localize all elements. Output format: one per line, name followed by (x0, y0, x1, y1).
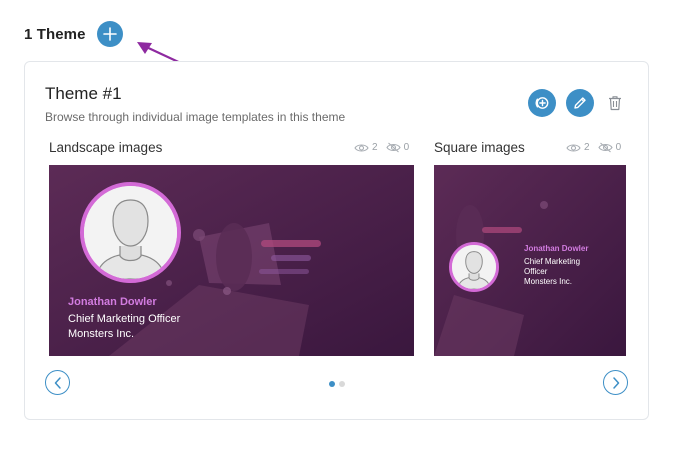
trash-icon (609, 96, 621, 111)
eye-icon (566, 143, 581, 152)
landscape-preview-role: Chief Marketing Officer (68, 313, 181, 325)
person-silhouette-icon (452, 245, 496, 289)
landscape-hidden-count: 0 (403, 142, 410, 153)
landscape-views-count: 2 (372, 142, 378, 153)
add-theme-button[interactable] (97, 21, 123, 47)
square-preview-name: Jonathan Dowler (524, 244, 589, 253)
square-hidden: 0 (597, 142, 622, 153)
themes-count-title: 1 Theme (24, 25, 86, 43)
eye-off-icon (385, 142, 401, 153)
carousel-pagination (329, 381, 345, 387)
landscape-stats: 2 0 (354, 142, 413, 153)
edit-theme-button[interactable] (566, 89, 594, 117)
carousel-prev-button[interactable] (45, 370, 70, 395)
landscape-preview[interactable]: Jonathan Dowler Chief Marketing Officer … (49, 165, 414, 356)
theme-title: Theme #1 (45, 84, 122, 103)
square-preview-role-continued: Officer (524, 267, 548, 276)
themes-header: 1 Theme (24, 20, 86, 48)
landscape-views: 2 (354, 142, 378, 153)
carousel-dot-2[interactable] (339, 381, 345, 387)
eye-off-icon (597, 142, 613, 153)
square-views-count: 2 (584, 142, 590, 153)
landscape-hidden: 0 (385, 142, 410, 153)
square-preview-role: Chief Marketing (524, 257, 581, 266)
landscape-preview-company: Monsters Inc. (68, 328, 135, 340)
square-images-label: Square images (434, 140, 525, 155)
square-preview-company: Monsters Inc. (524, 277, 573, 286)
chevron-right-icon (612, 376, 619, 389)
profile-avatar-small (449, 242, 499, 292)
square-stats: 2 0 (566, 142, 625, 153)
chevron-left-icon (54, 376, 61, 389)
theme-card: Theme #1 Browse through individual image… (24, 61, 649, 420)
carousel-next-button[interactable] (603, 370, 628, 395)
delete-theme-button[interactable] (605, 93, 625, 113)
profile-avatar (80, 182, 181, 283)
plus-icon (103, 27, 117, 41)
eye-icon (354, 143, 369, 152)
square-preview[interactable]: Jonathan Dowler Chief Marketing Officer … (434, 165, 626, 356)
landscape-images-label: Landscape images (49, 140, 163, 155)
square-hidden-count: 0 (615, 142, 622, 153)
theme-description: Browse through individual image template… (45, 110, 346, 124)
pencil-icon (574, 97, 586, 109)
square-views: 2 (566, 142, 590, 153)
person-silhouette-icon (84, 186, 177, 279)
add-template-button[interactable] (528, 89, 556, 117)
landscape-preview-name: Jonathan Dowler (68, 296, 157, 308)
add-template-icon (535, 97, 549, 109)
carousel-dot-1[interactable] (329, 381, 335, 387)
